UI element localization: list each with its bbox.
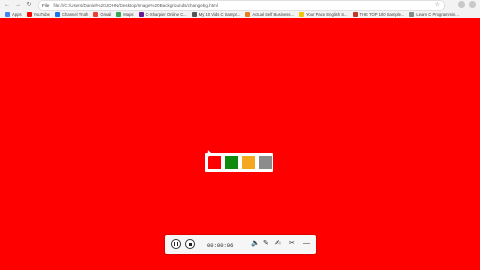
volume-icon[interactable]: 🔈 bbox=[251, 240, 260, 248]
bookmark-label: THE TOP 100 Sample... bbox=[359, 11, 405, 17]
bookmark-label: Apps bbox=[12, 11, 22, 17]
browser-chrome: ← → ↻ File file:///C:/Users/Daniel%20JOH… bbox=[0, 0, 480, 19]
csharp-icon bbox=[138, 11, 144, 17]
forward-icon[interactable]: → bbox=[14, 1, 22, 9]
bookmark-item[interactable]: C-Sharpier Online C... bbox=[138, 11, 187, 17]
bookmark-label: Learn C Programmin... bbox=[416, 11, 459, 17]
color-picker bbox=[205, 153, 273, 172]
pause-icon[interactable] bbox=[171, 239, 181, 249]
bookmark-label: My 10 Vids C Sampr... bbox=[198, 11, 241, 17]
back-icon[interactable]: ← bbox=[3, 1, 11, 9]
highlighter-icon[interactable]: ✍ bbox=[275, 240, 281, 248]
pen-icon[interactable]: ✎ bbox=[263, 240, 269, 248]
page-background bbox=[0, 18, 480, 270]
bookmark-label: Your Pace English S... bbox=[305, 11, 348, 17]
reload-icon[interactable]: ↻ bbox=[25, 1, 33, 9]
bookmark-item[interactable]: Learn C Programmin... bbox=[409, 11, 459, 17]
maps-icon bbox=[116, 11, 122, 17]
profile-icon[interactable] bbox=[458, 1, 465, 8]
bookmark-label: YouTube bbox=[33, 11, 51, 17]
learn-c-icon bbox=[409, 11, 415, 17]
crop-icon[interactable]: ✂ bbox=[289, 240, 295, 248]
bookmark-item[interactable]: Maps bbox=[116, 11, 134, 17]
bookmark-item[interactable]: YouTube bbox=[26, 11, 51, 17]
stop-icon[interactable] bbox=[185, 239, 195, 249]
bookmark-item[interactable]: Gmail bbox=[93, 11, 112, 17]
menu-icon[interactable] bbox=[469, 1, 476, 8]
bookmark-star-icon[interactable]: ☆ bbox=[435, 1, 440, 10]
bookmarks-bar: Apps YouTube Channel Truth Gmail Maps C-Sharp… bbox=[0, 10, 480, 18]
bookmark-item[interactable]: Channel Truth bbox=[55, 11, 89, 17]
url-text: file:///C:/Users/Daniel%20JOHN/Desktop/I… bbox=[53, 3, 218, 8]
green-swatch[interactable] bbox=[225, 156, 238, 169]
english-icon bbox=[298, 11, 304, 17]
youtube-icon bbox=[26, 11, 32, 17]
bookmark-label: C-Sharpier Online C... bbox=[145, 11, 187, 17]
bookmark-item[interactable]: Your Pace English S... bbox=[298, 11, 348, 17]
business-icon bbox=[245, 11, 251, 17]
bookmark-label: Channel Truth bbox=[62, 11, 89, 17]
bookmark-label: Maps bbox=[123, 11, 134, 17]
gmail-icon bbox=[93, 11, 99, 17]
gray-swatch[interactable] bbox=[259, 156, 272, 169]
bookmark-item[interactable]: THE TOP 100 Sample... bbox=[352, 11, 405, 17]
bookmark-label: Actual Self Business... bbox=[252, 11, 294, 17]
file-label: File bbox=[42, 3, 50, 8]
red-swatch[interactable] bbox=[208, 156, 221, 169]
screen-recorder-toolbar: 00:00:06 🔈 ✎ ✍ ✂ — bbox=[165, 235, 316, 254]
orange-swatch[interactable] bbox=[242, 156, 255, 169]
channel-icon bbox=[55, 11, 61, 17]
minimize-icon[interactable]: — bbox=[303, 240, 310, 248]
apps-icon bbox=[5, 11, 10, 17]
recording-timer: 00:00:06 bbox=[207, 241, 234, 249]
video-icon bbox=[191, 11, 197, 17]
bookmark-item[interactable]: My 10 Vids C Sampr... bbox=[191, 11, 241, 17]
bookmark-label: Gmail bbox=[100, 11, 112, 17]
top100-icon bbox=[352, 11, 358, 17]
nav-buttons: ← → ↻ bbox=[0, 1, 33, 9]
toolbar-icons bbox=[458, 1, 476, 8]
bookmark-item[interactable]: Apps bbox=[5, 11, 22, 17]
bookmark-item[interactable]: Actual Self Business... bbox=[245, 11, 294, 17]
